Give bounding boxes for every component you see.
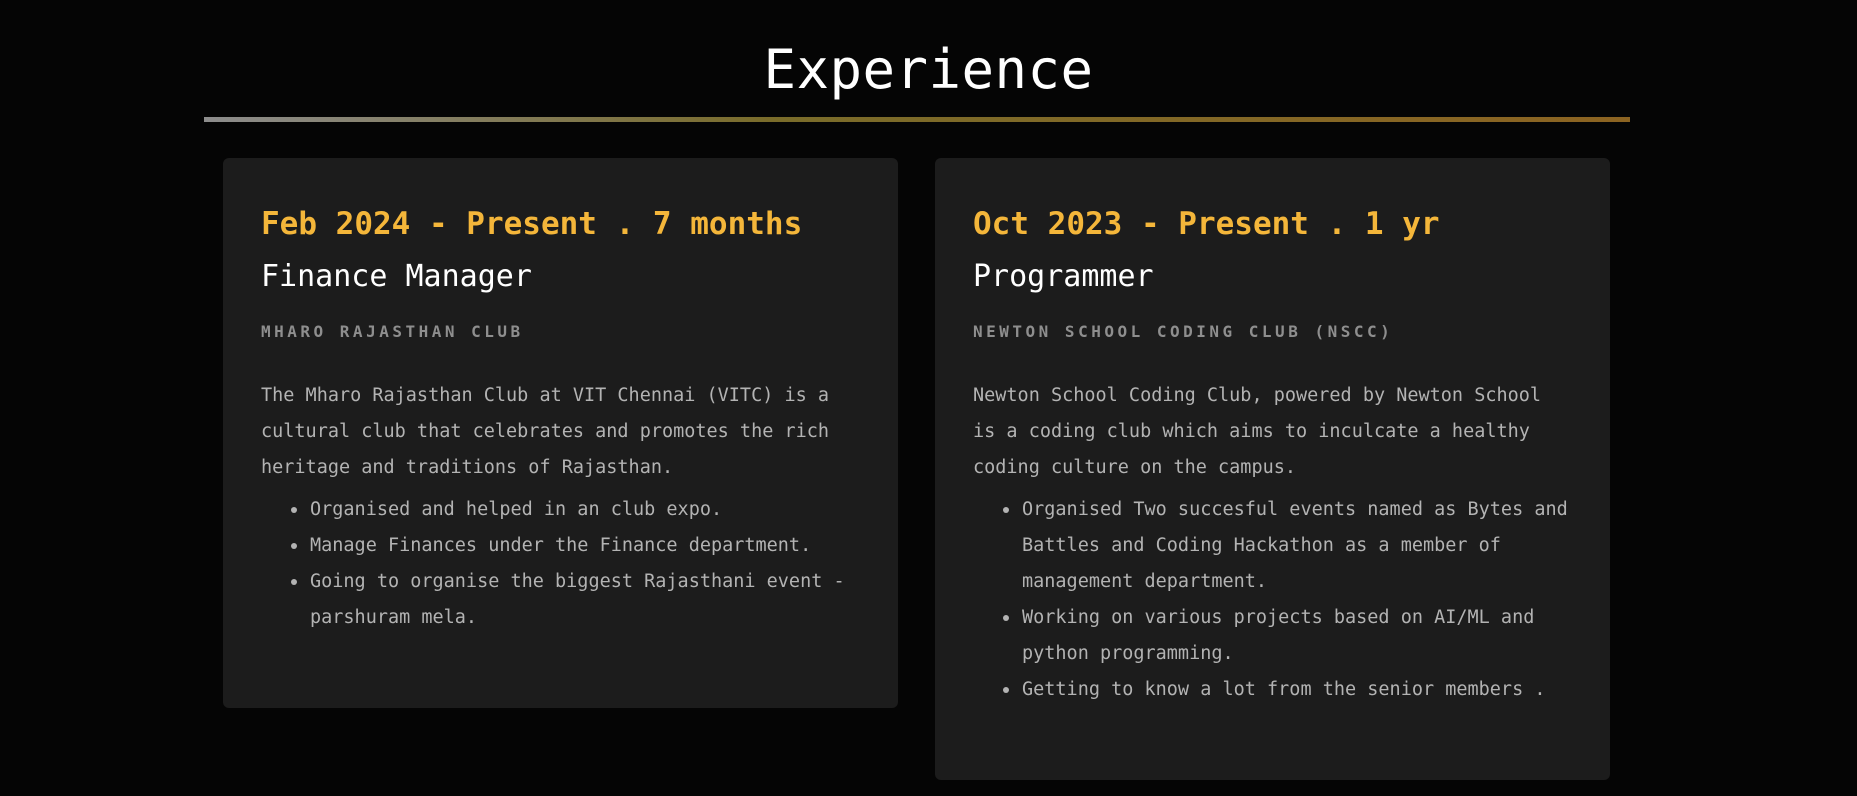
section-title: Experience <box>763 38 1094 101</box>
experience-organization: MHARO RAJASTHAN CLUB <box>261 322 524 341</box>
experience-bullet: Organised Two succesful events named as … <box>1003 492 1573 600</box>
experience-description: The Mharo Rajasthan Club at VIT Chennai … <box>261 385 830 478</box>
experience-role: Finance Manager <box>261 259 532 294</box>
experience-bullet: Going to organise the biggest Rajasthani… <box>291 564 861 636</box>
experience-bullet-list: Organised and helped in an club expo. Ma… <box>261 492 861 636</box>
experience-card-finance-manager: Feb 2024 - Present . 7 months Finance Ma… <box>223 158 898 708</box>
experience-bullet: Manage Finances under the Finance depart… <box>291 528 861 564</box>
experience-bullet: Working on various projects based on AI/… <box>1003 600 1573 672</box>
experience-duration: Oct 2023 - Present . 1 yr <box>973 206 1440 242</box>
experience-card-programmer: Oct 2023 - Present . 1 yr Programmer NEW… <box>935 158 1610 780</box>
experience-duration: Feb 2024 - Present . 7 months <box>261 206 803 242</box>
experience-bullet: Getting to know a lot from the senior me… <box>1003 672 1573 708</box>
experience-role: Programmer <box>973 259 1154 294</box>
experience-description: Newton School Coding Club, powered by Ne… <box>973 385 1542 478</box>
experience-organization: NEWTON SCHOOL CODING CLUB (NSCC) <box>973 322 1394 341</box>
title-divider <box>204 117 1630 122</box>
experience-bullet-list: Organised Two succesful events named as … <box>973 492 1573 708</box>
experience-bullet: Organised and helped in an club expo. <box>291 492 861 528</box>
